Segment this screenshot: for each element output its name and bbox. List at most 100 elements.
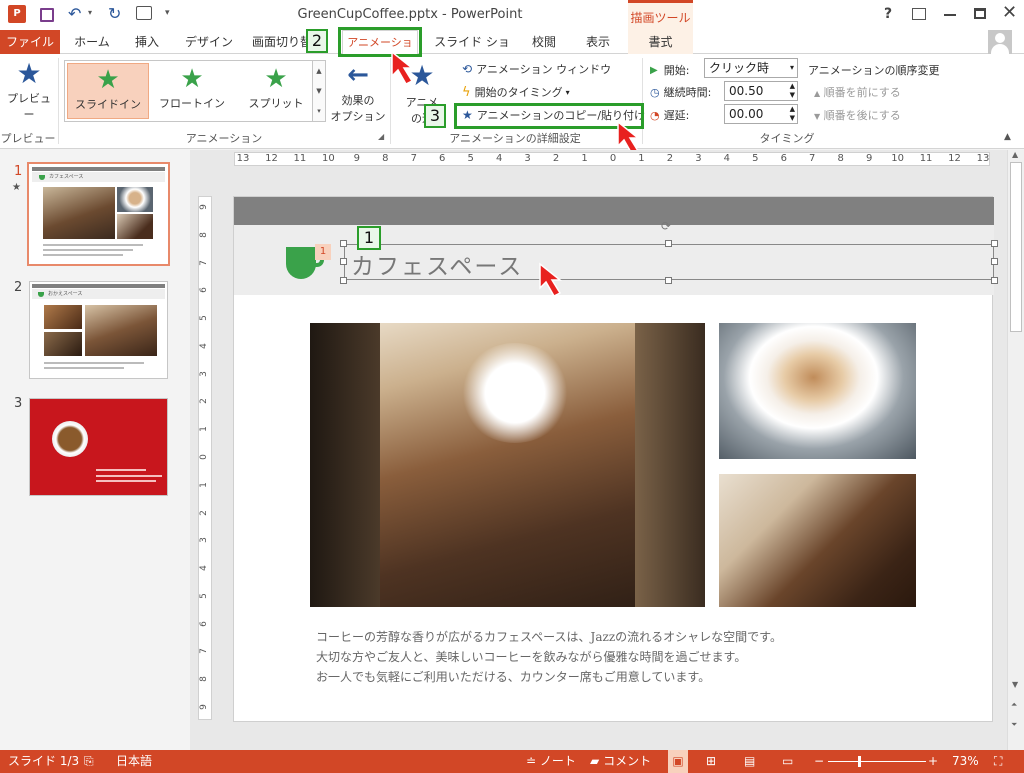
scroll-thumb[interactable] — [1010, 162, 1022, 332]
ruler-tick-label: 1 — [198, 426, 209, 433]
normal-view-button[interactable]: ▣ — [668, 750, 688, 773]
ruler-tick-label: 10 — [322, 153, 335, 164]
minimize-button[interactable] — [944, 14, 956, 16]
reading-view-button[interactable]: ▤ — [744, 750, 755, 773]
tab-view[interactable]: 表示 — [576, 30, 620, 54]
rotate-handle-icon[interactable]: ⟳ — [661, 219, 671, 233]
redo-icon[interactable]: ↻ — [108, 4, 121, 23]
latte-art-photo — [719, 323, 916, 459]
fit-to-window-icon[interactable]: ⛶ — [994, 750, 1002, 773]
ruler-tick-label: 7 — [198, 259, 209, 266]
dialog-launcher-icon[interactable]: ◢ — [378, 132, 384, 141]
slide-number-3: 3 — [14, 396, 23, 411]
slide-thumbnail-1[interactable]: カフェスペース — [27, 162, 170, 266]
animation-tag[interactable]: 1 — [315, 244, 331, 260]
customize-qat-icon[interactable]: ▾ — [165, 8, 170, 18]
vertical-scrollbar[interactable]: ▲ ▼ ⏶ ⏷ — [1007, 150, 1024, 750]
slide-number-1: 1 — [14, 164, 23, 179]
user-avatar[interactable] — [988, 30, 1012, 54]
ruler-tick-label: 9 — [198, 204, 209, 210]
help-button[interactable]: ? — [884, 6, 892, 22]
zoom-thumb[interactable] — [858, 756, 861, 767]
effect-options-button[interactable]: ← 効果の オプション — [330, 58, 386, 128]
move-earlier-button[interactable]: ▲ 順番を前にする — [814, 84, 901, 100]
zoom-slider[interactable] — [828, 756, 926, 767]
save-icon[interactable] — [40, 8, 54, 22]
scroll-up-icon[interactable]: ▲ — [1012, 150, 1018, 159]
undo-icon[interactable]: ↶ — [68, 4, 81, 23]
powerpoint-app-icon[interactable]: P — [8, 5, 26, 23]
slide-thumbnail-3[interactable] — [29, 398, 168, 496]
gallery-item-slide-in[interactable]: ★ スライドイン — [67, 63, 149, 119]
tab-review[interactable]: 校閲 — [520, 30, 568, 54]
slide-body-text[interactable]: コーヒーの芳醇な香りが広がるカフェスペースは、Jazzの流れるオシャレな空間です… — [316, 627, 916, 687]
presenter-icon[interactable] — [136, 6, 152, 20]
ribbon-display-icon[interactable] — [912, 8, 926, 20]
ruler-tick-label: 2 — [552, 153, 560, 164]
zoom-in-button[interactable]: + — [928, 750, 938, 773]
chevron-down-icon: ▾ — [789, 63, 794, 72]
ruler-tick-label: 3 — [198, 537, 209, 544]
gallery-item-split[interactable]: ★ スプリット — [235, 63, 317, 119]
status-bar: スライド 1/3 ⎘ 日本語 ≐ ノート ▰ コメント ▣ ⊞ ▤ ▭ − + … — [0, 750, 1024, 773]
close-button[interactable]: ✕ — [1002, 2, 1017, 23]
collapse-ribbon-icon[interactable]: ▲ — [1004, 132, 1011, 142]
tab-format[interactable]: 書式 — [628, 30, 693, 54]
ruler-tick-label: 11 — [293, 153, 307, 164]
spellcheck-icon[interactable]: ⎘ — [84, 750, 94, 773]
ruler-tick-label: 1 — [581, 153, 588, 164]
resize-handles[interactable] — [340, 240, 998, 284]
ruler-tick-label: 12 — [265, 153, 278, 164]
notes-button[interactable]: ≐ ノート — [526, 750, 576, 773]
trigger-button[interactable]: ϟ 開始のタイミング ▾ — [462, 83, 570, 101]
tab-slideshow[interactable]: スライド ショー — [432, 30, 512, 73]
slide-sorter-button[interactable]: ⊞ — [706, 750, 716, 773]
preview-button[interactable]: ★ プレビュー — [4, 58, 54, 122]
next-slide-icon[interactable]: ⏷ — [1011, 720, 1017, 730]
coffee-beans-photo — [719, 474, 916, 607]
scroll-down-icon[interactable]: ▼ — [1012, 680, 1018, 689]
zoom-out-button[interactable]: − — [814, 750, 824, 773]
triangle-down-icon: ▼ — [814, 112, 821, 121]
thumb-title: おかえスペース — [48, 291, 83, 297]
tab-design[interactable]: デザイン — [178, 30, 240, 54]
duration-input[interactable]: 00.50 ▲ ▼ — [724, 81, 798, 101]
body-line: コーヒーの芳醇な香りが広がるカフェスペースは、Jazzの流れるオシャレな空間です… — [316, 630, 782, 644]
animation-star-icon: ★ — [12, 182, 21, 193]
comments-button[interactable]: ▰ コメント — [590, 750, 651, 773]
slideshow-button[interactable]: ▭ — [782, 750, 793, 773]
tab-file[interactable]: ファイル — [0, 30, 60, 54]
ruler-tick-label: 4 — [495, 153, 503, 164]
duration-label: ◷ 継続時間: — [650, 84, 711, 100]
maximize-button[interactable] — [974, 8, 986, 19]
cafe-interior-photo — [310, 323, 705, 607]
ruler-tick-label: 6 — [198, 620, 209, 627]
gallery-item-float-in[interactable]: ★ フロートイン — [151, 63, 233, 119]
ruler-tick-label: 10 — [891, 153, 904, 164]
split-star-icon: ★ — [264, 64, 288, 94]
vertical-ruler: 9 8 7 6 5 4 3 2 1 0 1 2 3 4 5 6 7 8 9 — [198, 196, 212, 720]
tab-home[interactable]: ホーム — [66, 30, 118, 54]
move-later-button[interactable]: ▼ 順番を後にする — [814, 107, 901, 123]
animation-pane-icon: ⟲ — [462, 62, 473, 76]
slide-thumbnail-2[interactable]: おかえスペース — [29, 281, 168, 379]
spinner-icon[interactable]: ▲ ▼ — [790, 82, 795, 100]
language-status[interactable]: 日本語 — [116, 750, 152, 773]
notes-icon: ≐ — [526, 754, 537, 768]
beans-photo-thumb — [117, 214, 153, 239]
spinner-icon[interactable]: ▲ ▼ — [790, 105, 795, 123]
lightning-icon: ϟ — [462, 84, 471, 100]
start-dropdown[interactable]: クリック時 ▾ — [704, 58, 798, 78]
tab-insert[interactable]: 挿入 — [122, 30, 172, 54]
gallery-item-label: フロートイン — [159, 97, 225, 110]
delay-input[interactable]: 00.00 ▲ ▼ — [724, 104, 798, 124]
slide-canvas[interactable]: 1 カフェスペース ⟳ コーヒーの芳醇な香りが広がるカフェスペースは、Jazzの… — [233, 196, 998, 722]
gallery-scrollbar[interactable]: ▲ ▼ ▾ — [312, 60, 326, 122]
animation-pane-button[interactable]: ⟲ アニメーション ウィンドウ — [462, 60, 611, 78]
zoom-level[interactable]: 73% — [952, 750, 979, 773]
prev-slide-icon[interactable]: ⏶ — [1011, 700, 1017, 710]
ruler-tick-label: 5 — [752, 153, 759, 164]
undo-dropdown-icon[interactable]: ▾ — [88, 8, 92, 17]
group-advanced-label: アニメーションの詳細設定 — [449, 132, 581, 145]
tab-transitions[interactable]: 画面切り替え — [252, 30, 312, 54]
